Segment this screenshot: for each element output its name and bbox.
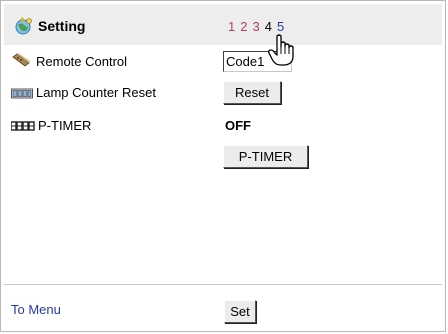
lamp-counter-icon xyxy=(11,88,33,98)
footer-divider xyxy=(4,284,442,285)
reset-button[interactable]: Reset xyxy=(223,81,281,104)
page-3-link[interactable]: 3 xyxy=(252,19,259,34)
p-timer-label: P-TIMER xyxy=(38,118,92,133)
remote-control-icon xyxy=(12,53,30,67)
page-2-link[interactable]: 2 xyxy=(240,19,247,34)
page-title: Setting xyxy=(38,18,86,34)
p-timer-status: OFF xyxy=(225,118,251,133)
setting-panel: Setting 12345 Remote Control Code1 Lamp … xyxy=(0,0,446,332)
hand-pointer-icon xyxy=(268,34,294,66)
page-1-link[interactable]: 1 xyxy=(228,19,235,34)
page-5-link[interactable]: 5 xyxy=(277,19,284,34)
remote-control-row: Remote Control xyxy=(11,53,127,69)
timer-display-icon xyxy=(11,120,35,131)
p-timer-button[interactable]: P-TIMER xyxy=(223,145,308,168)
lamp-counter-row: Lamp Counter Reset xyxy=(11,85,156,100)
page-4-current: 4 xyxy=(264,19,272,34)
page-selector: 12345 xyxy=(228,19,289,34)
lamp-counter-label: Lamp Counter Reset xyxy=(36,85,156,100)
set-button[interactable]: Set xyxy=(224,300,256,323)
header-bar: Setting 12345 xyxy=(4,4,442,45)
remote-control-label: Remote Control xyxy=(36,53,128,69)
p-timer-row: P-TIMER xyxy=(11,118,91,133)
settings-globe-icon xyxy=(15,17,32,35)
to-menu-link[interactable]: To Menu xyxy=(11,302,61,317)
